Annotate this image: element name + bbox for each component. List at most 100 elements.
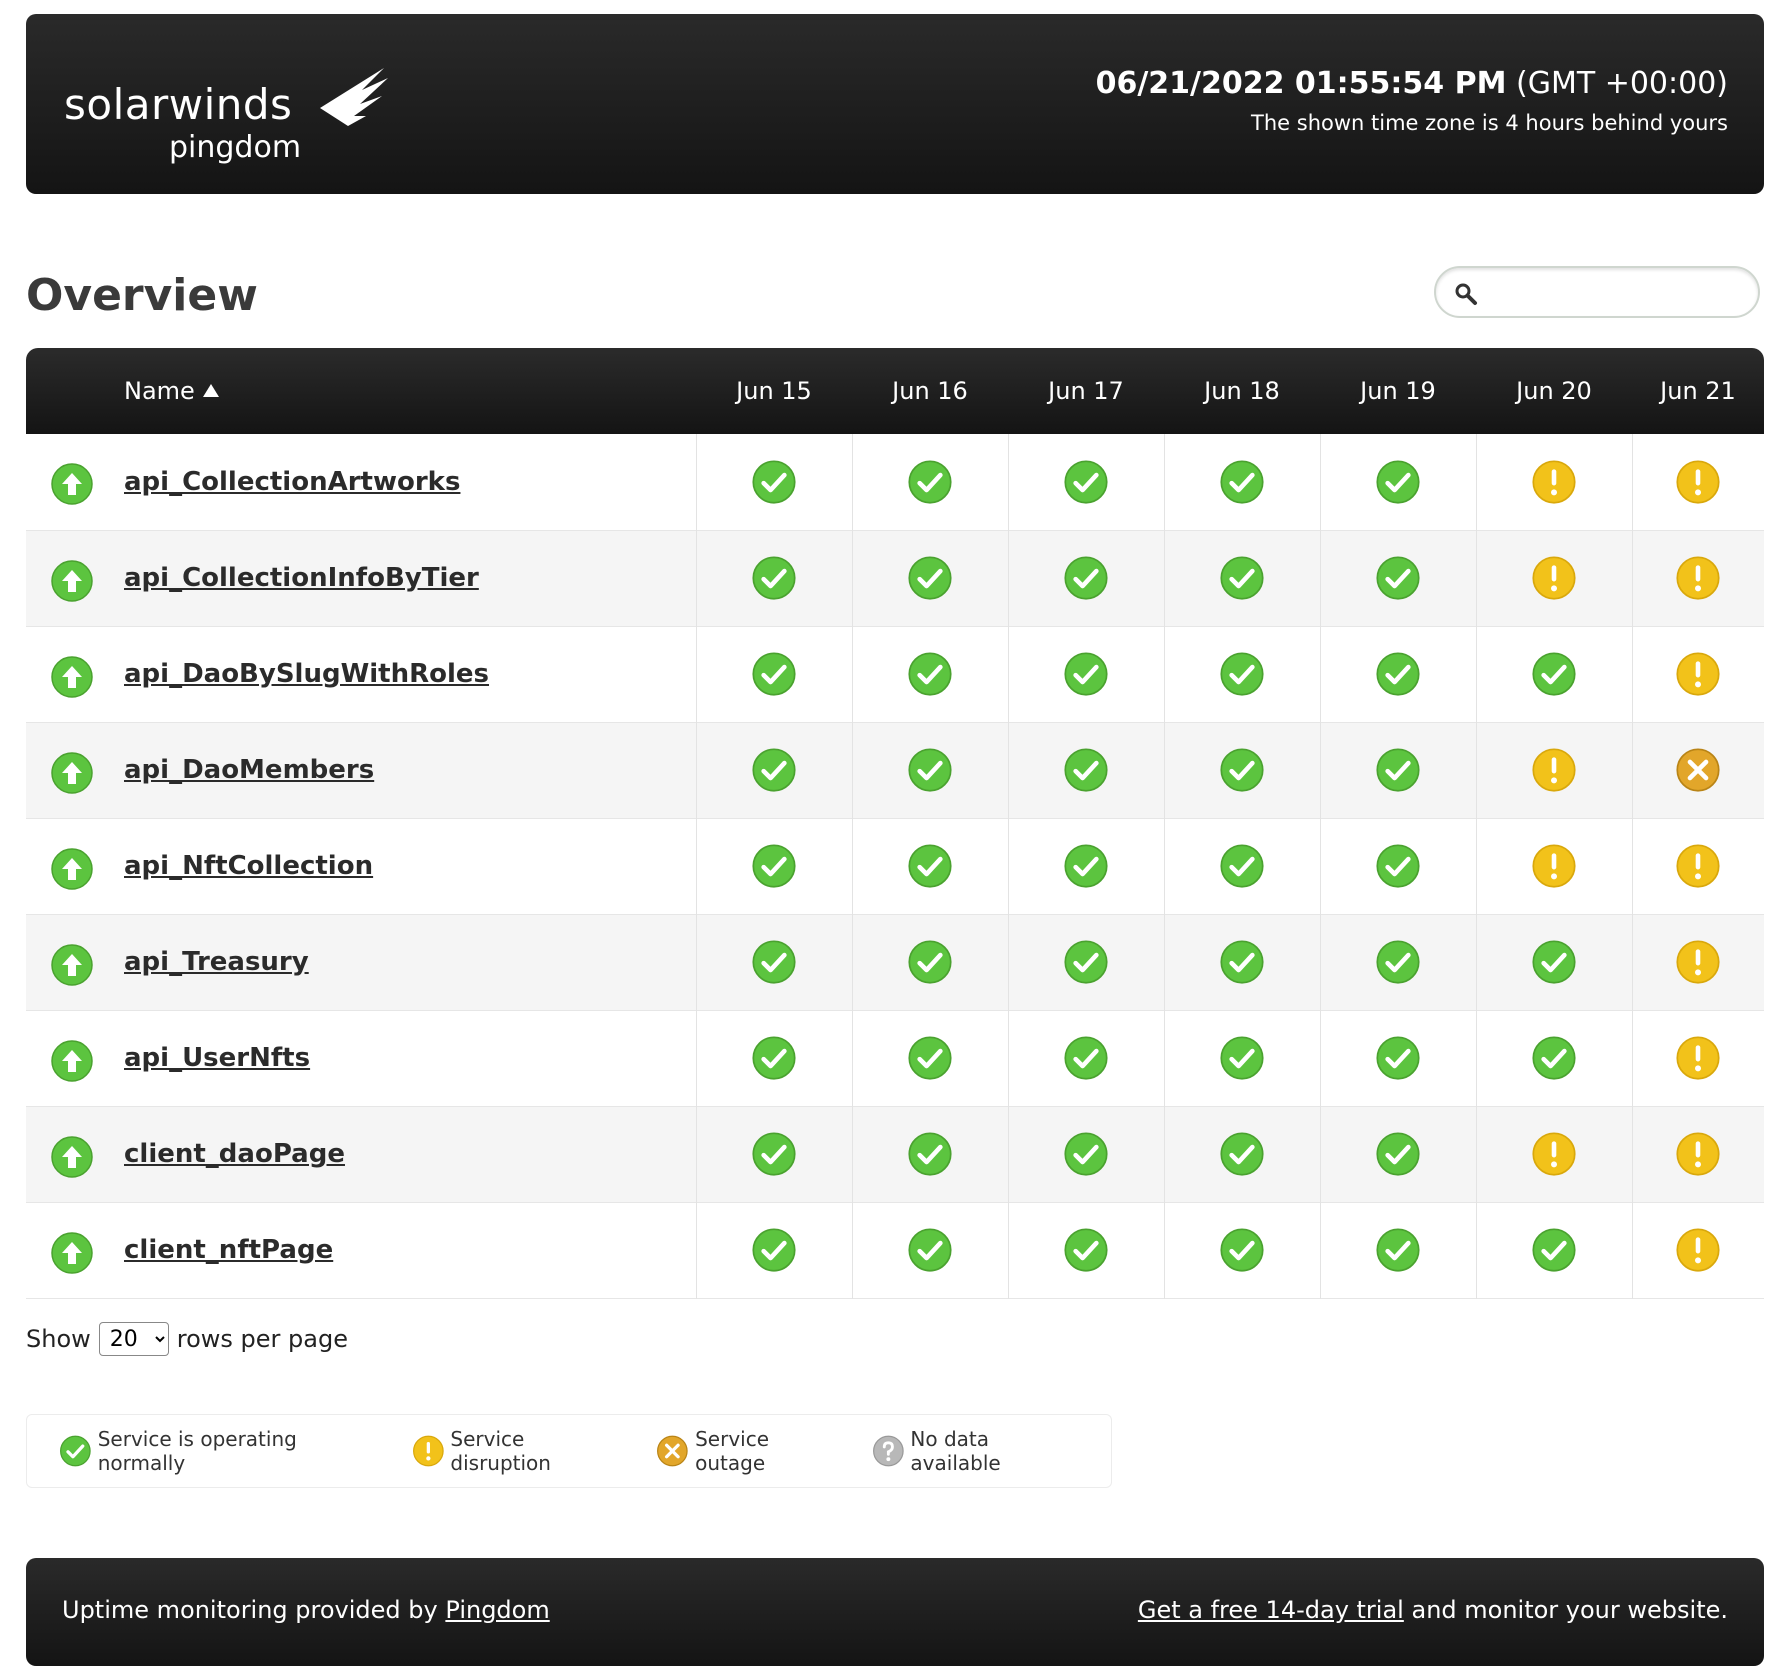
check-circle-icon	[1064, 1228, 1108, 1272]
day-status-cell[interactable]	[1007, 1202, 1164, 1298]
day-status-cell[interactable]	[1163, 914, 1320, 1010]
check-name-link[interactable]: api_Treasury	[124, 947, 309, 977]
day-status-cell[interactable]	[1631, 914, 1764, 1010]
rows-per-page-select[interactable]: 20	[98, 1322, 169, 1356]
day-status-cell[interactable]	[695, 818, 852, 914]
day-status-cell[interactable]	[1163, 722, 1320, 818]
check-name-link[interactable]: client_nftPage	[124, 1235, 333, 1265]
check-name-link[interactable]: api_DaoBySlugWithRoles	[124, 659, 489, 689]
day-status-cell[interactable]	[1319, 434, 1476, 530]
day-status-cell[interactable]	[851, 434, 1008, 530]
free-trial-link[interactable]: Get a free 14-day trial	[1138, 1596, 1404, 1624]
day-status-cell[interactable]	[1631, 626, 1764, 722]
day-status-cell[interactable]	[1475, 1106, 1632, 1202]
day-status-cell[interactable]	[1475, 434, 1632, 530]
day-status-cell[interactable]	[851, 1106, 1008, 1202]
day-status-cell[interactable]	[851, 1010, 1008, 1106]
check-circle-icon	[1220, 844, 1264, 888]
day-status-cell[interactable]	[1007, 434, 1164, 530]
pingdom-link[interactable]: Pingdom	[445, 1596, 549, 1624]
day-status-cell[interactable]	[1631, 722, 1764, 818]
check-name-link[interactable]: api_DaoMembers	[124, 755, 374, 785]
day-status-cell[interactable]	[1319, 818, 1476, 914]
day-status-cell[interactable]	[1319, 1106, 1476, 1202]
day-status-cell[interactable]	[851, 1202, 1008, 1298]
day-status-cell[interactable]	[695, 434, 852, 530]
day-status-cell[interactable]	[1631, 1202, 1764, 1298]
day-status-cell[interactable]	[695, 722, 852, 818]
day-status-cell[interactable]	[695, 1106, 852, 1202]
day-status-cell[interactable]	[1007, 626, 1164, 722]
day-status-cell[interactable]	[1319, 914, 1476, 1010]
check-name-link[interactable]: api_CollectionInfoByTier	[124, 563, 479, 593]
day-status-cell[interactable]	[1319, 722, 1476, 818]
day-status-cell[interactable]	[1007, 914, 1164, 1010]
day-status-cell[interactable]	[1475, 530, 1632, 626]
column-header-date: Jun 16	[852, 348, 1008, 434]
day-status-cell[interactable]	[1475, 1010, 1632, 1106]
check-circle-icon	[1376, 1228, 1420, 1272]
check-circle-icon	[1220, 748, 1264, 792]
day-status-cell[interactable]	[1007, 1010, 1164, 1106]
check-circle-icon	[1532, 1228, 1576, 1272]
clock-timezone-note: The shown time zone is 4 hours behind yo…	[1251, 111, 1728, 135]
day-status-cell[interactable]	[1007, 1106, 1164, 1202]
day-status-cell[interactable]	[1475, 626, 1632, 722]
day-status-cell[interactable]	[1631, 818, 1764, 914]
arrow-up-icon	[51, 1135, 93, 1178]
day-status-cell[interactable]	[1319, 1010, 1476, 1106]
day-status-cell[interactable]	[1007, 530, 1164, 626]
search-input[interactable]	[1488, 276, 1744, 308]
column-header-name[interactable]: Name	[26, 348, 696, 434]
day-status-cell[interactable]	[1007, 722, 1164, 818]
clock-timezone: (GMT +00:00)	[1516, 66, 1728, 101]
check-name-link[interactable]: client_daoPage	[124, 1139, 345, 1169]
day-status-cell[interactable]	[1475, 914, 1632, 1010]
day-status-cell[interactable]	[1163, 1010, 1320, 1106]
clock-time: 06/21/2022 01:55:54 PM	[1095, 66, 1507, 101]
exclamation-circle-icon	[1676, 940, 1720, 984]
day-status-cell[interactable]	[851, 818, 1008, 914]
check-name-link[interactable]: api_UserNfts	[124, 1043, 310, 1073]
day-status-cell[interactable]	[695, 530, 852, 626]
check-name-link[interactable]: api_NftCollection	[124, 851, 373, 881]
arrow-up-icon	[51, 1039, 93, 1082]
exclamation-circle-icon	[1676, 556, 1720, 600]
day-status-cell[interactable]	[1631, 1106, 1764, 1202]
check-name-cell: api_CollectionArtworks	[26, 434, 696, 530]
day-status-cell[interactable]	[1631, 530, 1764, 626]
day-status-cell[interactable]	[695, 626, 852, 722]
day-status-cell[interactable]	[1007, 818, 1164, 914]
day-status-cell[interactable]	[1631, 1010, 1764, 1106]
day-status-cell[interactable]	[1163, 818, 1320, 914]
day-status-cell[interactable]	[695, 1202, 852, 1298]
day-status-cell[interactable]	[1475, 818, 1632, 914]
day-status-cell[interactable]	[1475, 722, 1632, 818]
day-status-cell[interactable]	[1319, 1202, 1476, 1298]
check-circle-icon	[1376, 460, 1420, 504]
day-status-cell[interactable]	[1163, 1202, 1320, 1298]
check-circle-icon	[752, 1036, 796, 1080]
table-row: api_NftCollection	[26, 818, 1764, 914]
column-header-date: Jun 17	[1008, 348, 1164, 434]
day-status-cell[interactable]	[851, 530, 1008, 626]
day-status-cell[interactable]	[1319, 530, 1476, 626]
day-status-cell[interactable]	[1631, 434, 1764, 530]
day-status-cell[interactable]	[1163, 1106, 1320, 1202]
sort-ascending-icon	[202, 384, 219, 397]
day-status-cell[interactable]	[695, 1010, 852, 1106]
search-box[interactable]	[1434, 266, 1760, 318]
day-status-cell[interactable]	[695, 914, 852, 1010]
day-status-cell[interactable]	[851, 722, 1008, 818]
day-status-cell[interactable]	[1163, 530, 1320, 626]
day-status-cell[interactable]	[851, 626, 1008, 722]
day-status-cell[interactable]	[1475, 1202, 1632, 1298]
check-circle-icon	[752, 1132, 796, 1176]
day-status-cell[interactable]	[851, 914, 1008, 1010]
day-status-cell[interactable]	[1163, 434, 1320, 530]
day-status-cell[interactable]	[1163, 626, 1320, 722]
check-name-cell: api_Treasury	[26, 914, 696, 1010]
check-name-link[interactable]: api_CollectionArtworks	[124, 467, 460, 497]
day-status-cell[interactable]	[1319, 626, 1476, 722]
check-name-cell: api_UserNfts	[26, 1010, 696, 1106]
